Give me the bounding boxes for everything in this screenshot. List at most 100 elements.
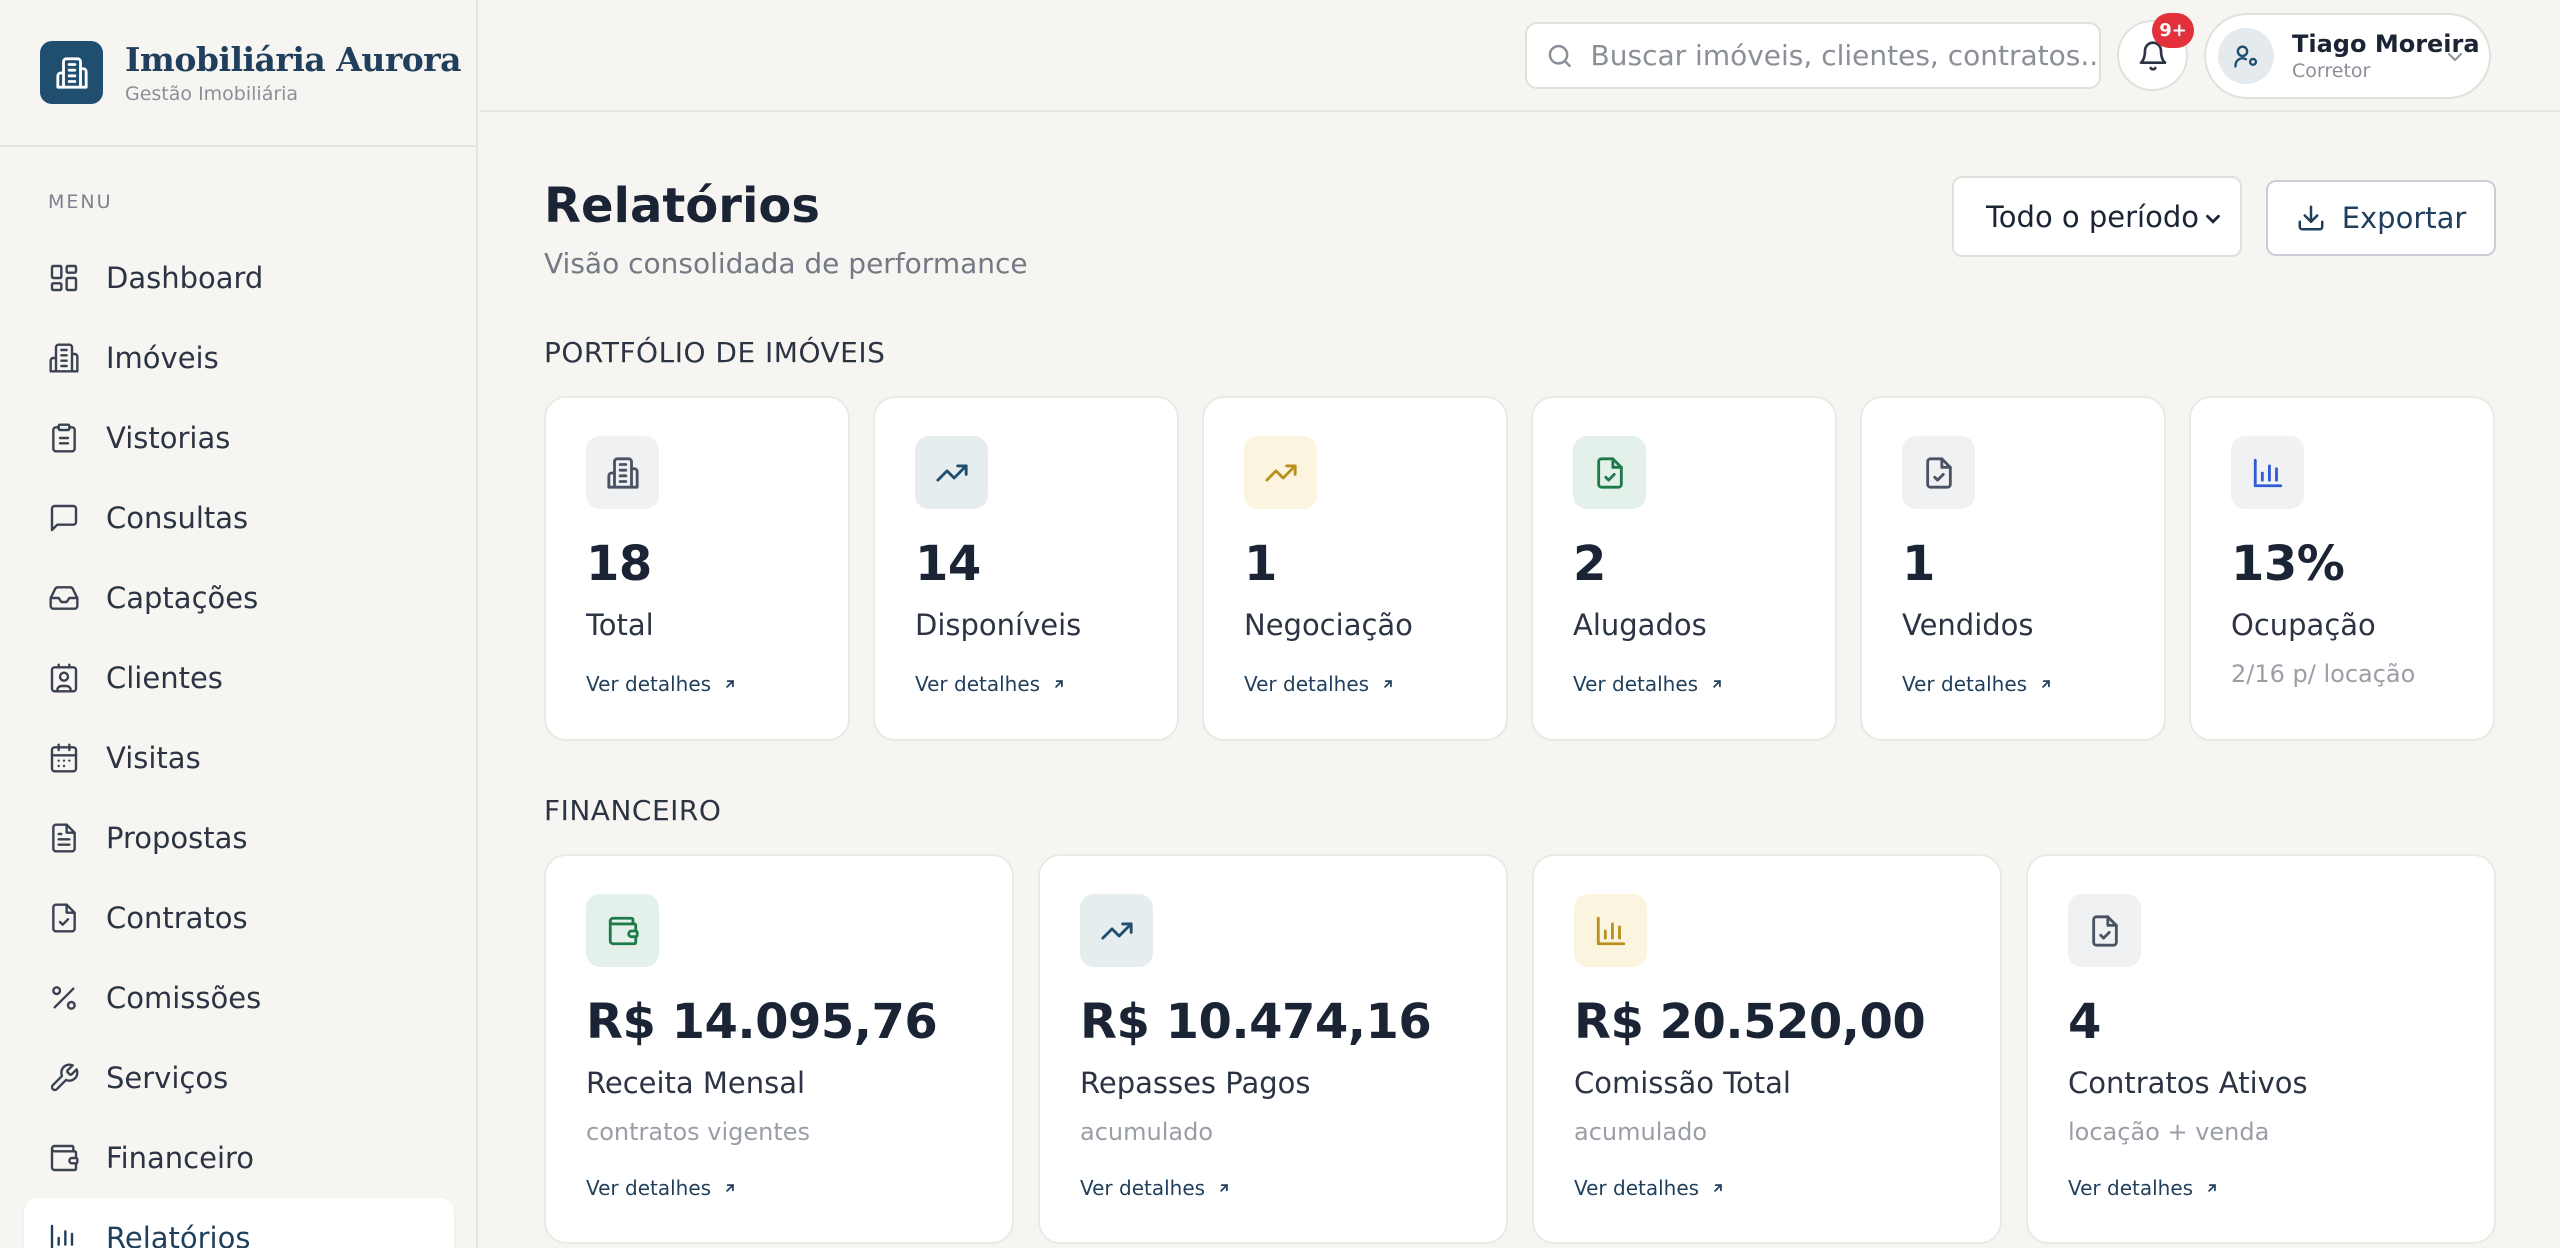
contact-icon	[50, 663, 78, 693]
card-note: acumulado	[1080, 1118, 1213, 1146]
card-icon	[1574, 894, 1647, 967]
trending-up-icon	[935, 464, 968, 481]
sidebar-item[interactable]: Comissões	[24, 958, 454, 1038]
card-label: Negociação	[1244, 608, 1413, 642]
brand[interactable]: Imobiliária Aurora Gestão Imobiliária	[0, 0, 476, 147]
details-link-label: Ver detalhes	[586, 672, 712, 696]
nav-icon	[48, 262, 80, 294]
bar-chart-icon	[50, 1224, 74, 1248]
user-menu[interactable]: Tiago Moreira Corretor	[2204, 13, 2491, 99]
sidebar-item[interactable]: Imóveis	[24, 318, 454, 398]
sidebar-item-label: Financeiro	[106, 1141, 255, 1175]
stat-card[interactable]: 14 Disponíveis Ver detalhes	[873, 396, 1179, 741]
search-input[interactable]: Buscar imóveis, clientes, contratos...	[1525, 22, 2101, 89]
card-icon	[586, 436, 659, 509]
sidebar-item-label: Clientes	[106, 661, 223, 695]
card-label: Contratos Ativos	[2068, 1066, 2308, 1100]
nav-icon	[48, 662, 80, 694]
card-icon	[1244, 436, 1317, 509]
sidebar-item[interactable]: Visitas	[24, 718, 454, 798]
trending-up-icon	[1100, 922, 1133, 939]
arrow-up-right-icon	[726, 1184, 734, 1192]
stat-card[interactable]: 1 Negociação Ver detalhes	[1202, 396, 1508, 741]
page-title: Relatórios	[544, 178, 820, 234]
nav-icon	[48, 342, 80, 374]
wallet-icon	[608, 916, 639, 945]
details-link-label: Ver detalhes	[1902, 672, 2028, 696]
stat-card[interactable]: 18 Total Ver detalhes	[544, 396, 850, 741]
sidebar-item[interactable]: Financeiro	[24, 1118, 454, 1198]
arrow-up-right-icon	[1384, 680, 1392, 688]
calendar-icon	[50, 743, 78, 773]
stat-card[interactable]: R$ 20.520,00 Comissão Total acumulado Ver d…	[1532, 854, 2002, 1244]
wallet-icon	[50, 1144, 79, 1172]
card-label: Repasses Pagos	[1080, 1066, 1311, 1100]
file-check-icon	[2091, 914, 2118, 947]
arrow-up-right-icon	[726, 680, 734, 688]
card-value: 1	[1902, 536, 1935, 592]
card-value: 14	[915, 536, 981, 592]
details-link[interactable]: Ver detalhes	[1573, 672, 1724, 696]
details-link[interactable]: Ver detalhes	[1902, 672, 2053, 696]
card-icon	[2231, 436, 2304, 509]
nav-icon	[48, 502, 80, 534]
card-note: 2/16 p/ locação	[2231, 660, 2416, 688]
nav-icon	[48, 822, 80, 854]
chevron-down-icon	[2448, 53, 2462, 62]
details-link[interactable]: Ver detalhes	[1080, 1176, 1231, 1200]
inbox-icon	[49, 586, 79, 610]
stat-card[interactable]: 1 Vendidos Ver detalhes	[1860, 396, 2166, 741]
download-icon	[2298, 205, 2324, 231]
stat-card[interactable]: R$ 14.095,76 Receita Mensal contratos vige…	[544, 854, 1014, 1244]
sidebar-item-label: Imóveis	[106, 341, 219, 375]
sidebar-item-label: Dashboard	[106, 261, 264, 295]
notification-badge: 9+	[2152, 13, 2194, 48]
stat-card[interactable]: 2 Alugados Ver detalhes	[1531, 396, 1837, 741]
card-value: 4	[2068, 994, 2101, 1050]
stat-card[interactable]: R$ 10.474,16 Repasses Pagos acumulado Ver d…	[1038, 854, 1508, 1244]
clipboard-icon	[52, 423, 76, 453]
details-link-label: Ver detalhes	[915, 672, 1041, 696]
sidebar-item-label: Captações	[106, 581, 259, 615]
details-link[interactable]: Ver detalhes	[586, 672, 737, 696]
stat-card[interactable]: 13% Ocupação 2/16 p/ locação	[2189, 396, 2495, 741]
sidebar-item[interactable]: Consultas	[24, 478, 454, 558]
sidebar-item[interactable]: Propostas	[24, 798, 454, 878]
search-placeholder: Buscar imóveis, clientes, contratos...	[1590, 39, 2099, 72]
portfolio-section-title: PORTFÓLIO DE IMÓVEIS	[544, 336, 886, 369]
nav-icon	[48, 1062, 80, 1094]
card-value: R$ 20.520,00	[1574, 994, 1926, 1050]
sidebar-item[interactable]: Relatórios	[24, 1198, 454, 1248]
chevron-down-icon	[2206, 214, 2220, 224]
stat-card[interactable]: 4 Contratos Ativos locação + venda Ver deta…	[2026, 854, 2496, 1244]
period-select[interactable]: Todo o período	[1952, 176, 2242, 257]
sidebar-item[interactable]: Contratos	[24, 878, 454, 958]
sidebar: Imobiliária Aurora Gestão Imobiliária ME…	[0, 0, 478, 1248]
nav-icon	[48, 982, 80, 1014]
sidebar-item[interactable]: Vistorias	[24, 398, 454, 478]
card-label: Vendidos	[1902, 608, 2034, 642]
details-link[interactable]: Ver detalhes	[1244, 672, 1395, 696]
details-link-label: Ver detalhes	[2068, 1176, 2194, 1200]
sidebar-item[interactable]: Dashboard	[24, 238, 454, 318]
sidebar-item[interactable]: Serviços	[24, 1038, 454, 1118]
card-note: acumulado	[1574, 1118, 1707, 1146]
details-link[interactable]: Ver detalhes	[915, 672, 1066, 696]
search-icon	[1548, 44, 1571, 67]
card-icon	[2068, 894, 2141, 967]
details-link[interactable]: Ver detalhes	[1574, 1176, 1725, 1200]
details-link[interactable]: Ver detalhes	[2068, 1176, 2219, 1200]
file-text-icon	[52, 823, 76, 853]
export-button[interactable]: Exportar	[2266, 180, 2496, 256]
sidebar-item[interactable]: Clientes	[24, 638, 454, 718]
building-icon	[606, 456, 639, 489]
user-cog-icon	[2234, 45, 2258, 68]
details-link[interactable]: Ver detalhes	[586, 1176, 737, 1200]
arrow-up-right-icon	[2042, 680, 2050, 688]
dashboard-icon	[50, 264, 78, 292]
card-icon	[915, 436, 988, 509]
nav-icon	[48, 1222, 80, 1248]
brand-logo	[40, 41, 103, 104]
details-link-label: Ver detalhes	[586, 1176, 712, 1200]
sidebar-item[interactable]: Captações	[24, 558, 454, 638]
